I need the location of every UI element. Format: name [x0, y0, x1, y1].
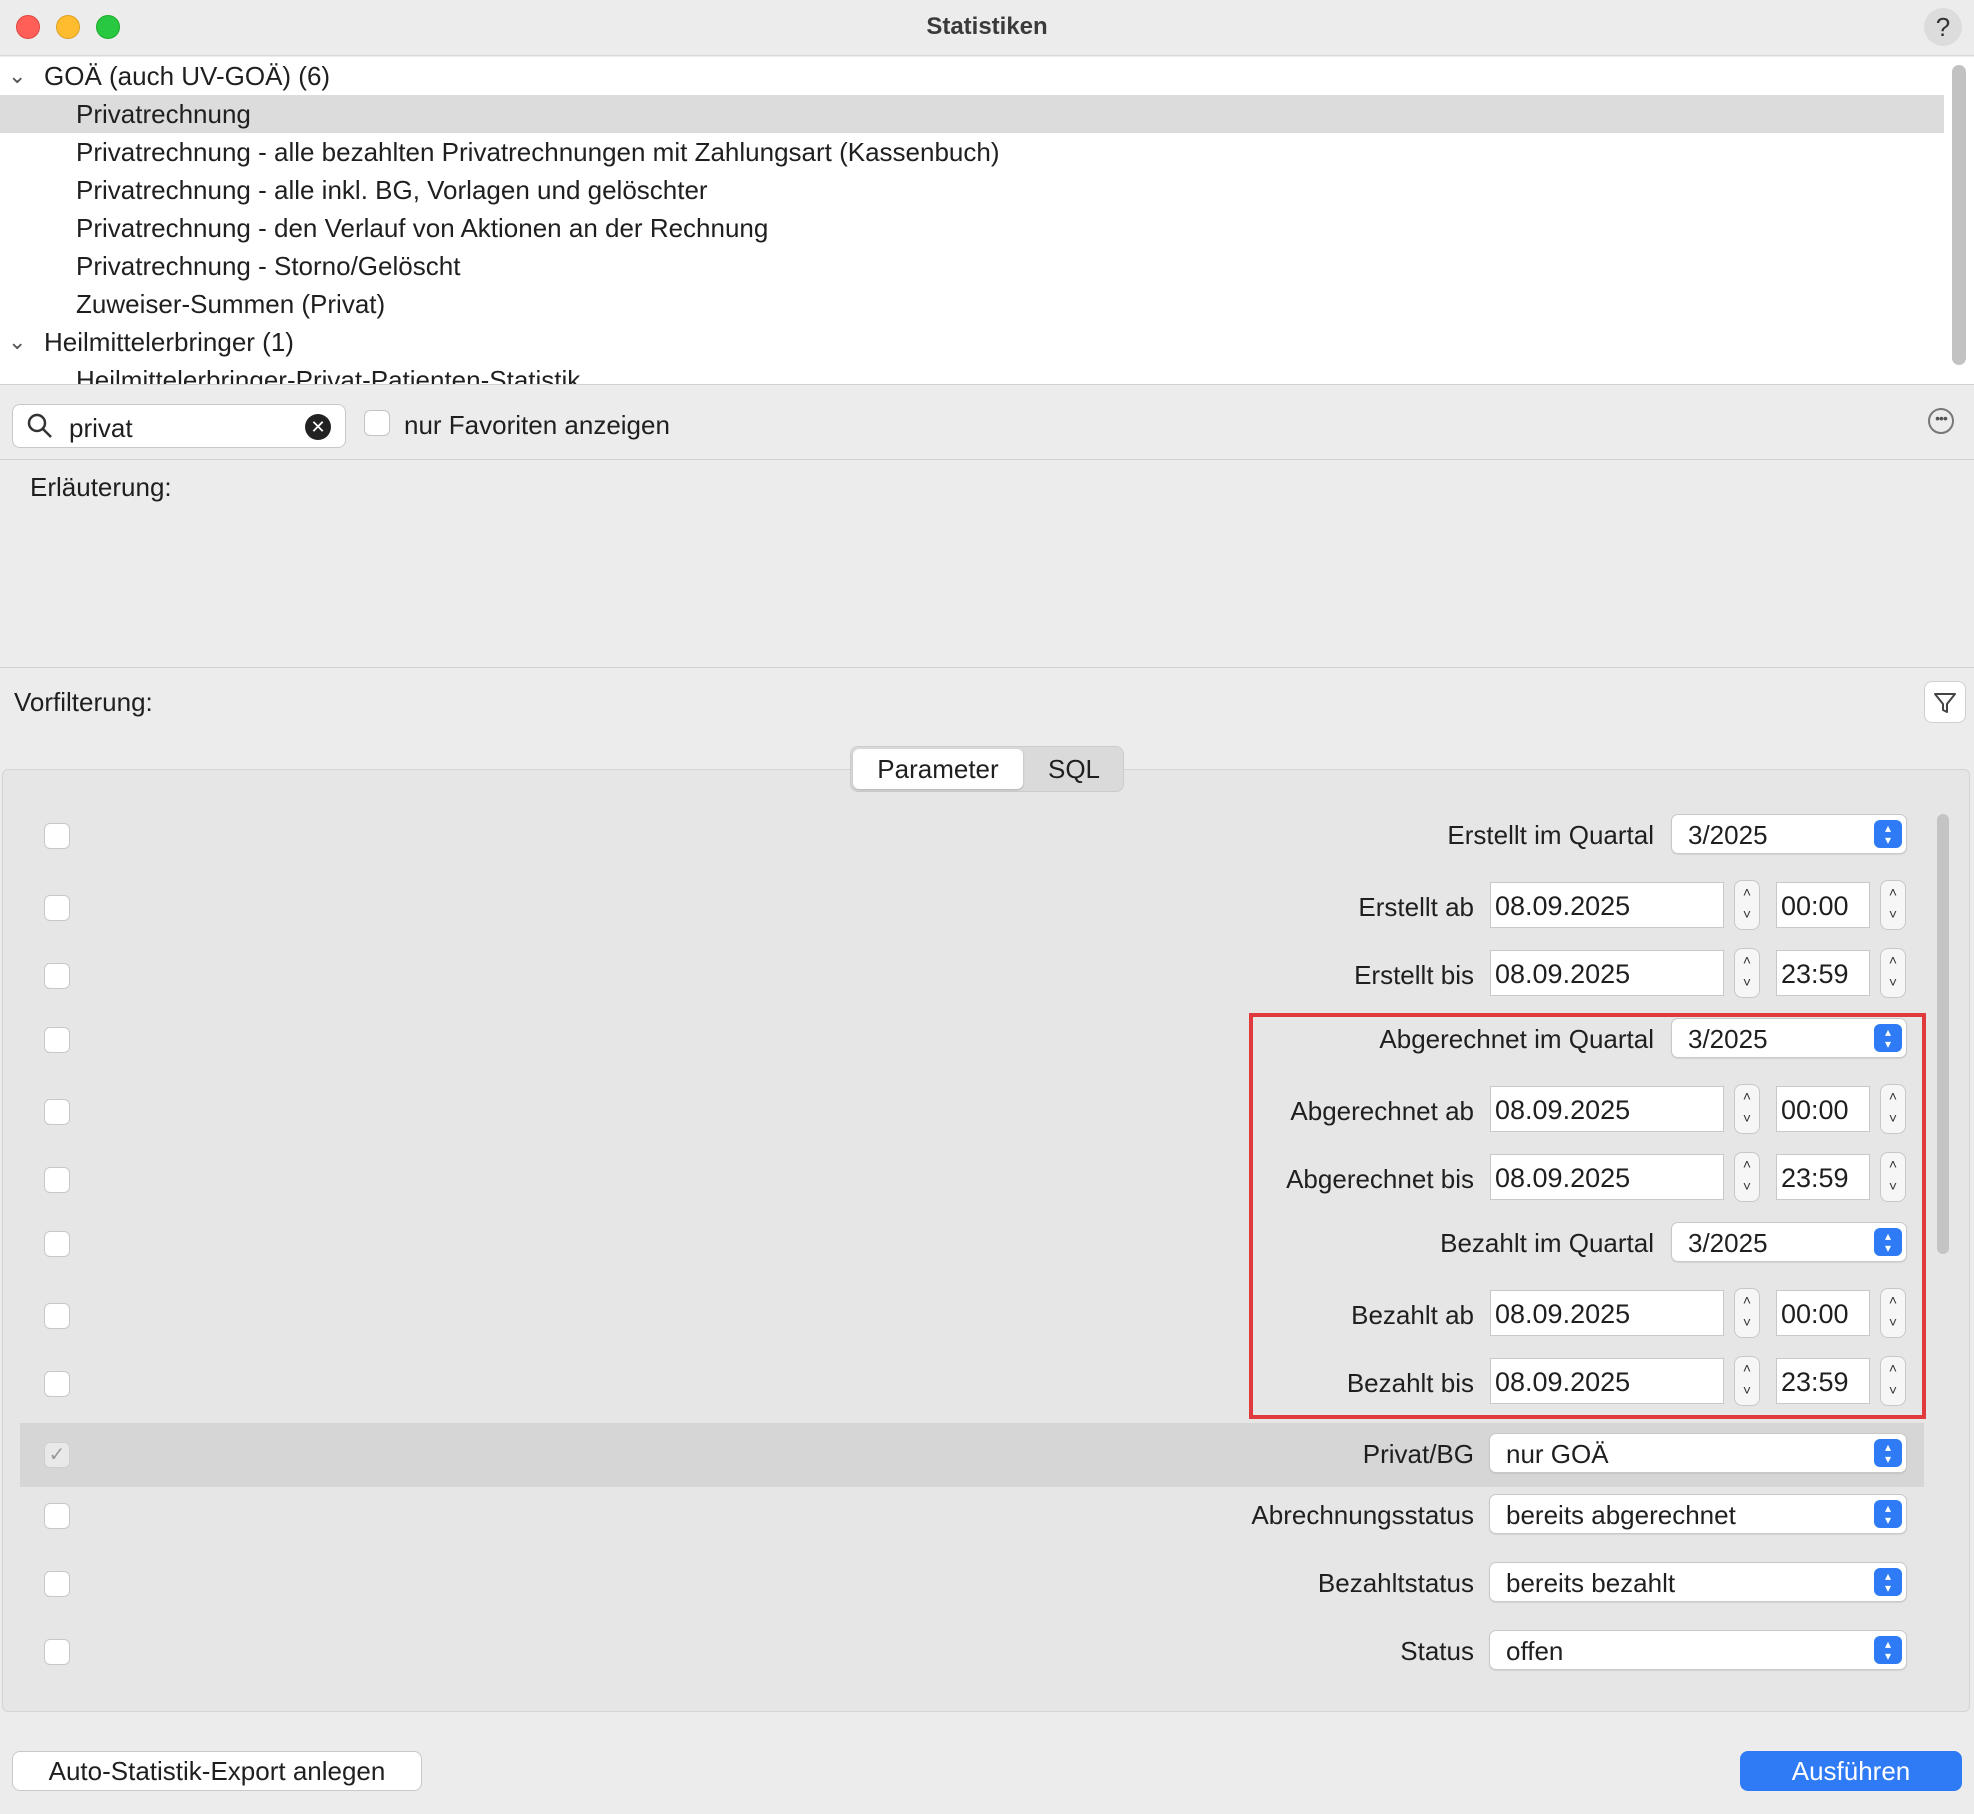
tree-item-label: Zuweiser-Summen (Privat): [76, 289, 386, 319]
chevron-up-down-icon: ▴ ▾: [1874, 820, 1902, 848]
tab-switcher: Parameter SQL: [850, 746, 1124, 792]
tree-item-label: Privatrechnung - alle inkl. BG, Vorlagen…: [76, 175, 708, 205]
explanation-label: Erläuterung:: [30, 472, 172, 502]
quarter-select[interactable]: 3/2025 ▴ ▾: [1671, 814, 1907, 854]
chevron-up-down-icon: ▴ ▾: [1874, 1568, 1902, 1596]
param-row-erstellt-bis: Erstellt bis 08.09.2025 ˄ ˅ 23:59 ˄ ˅: [20, 944, 1924, 1008]
param-label: Abrechnungsstatus: [1251, 1500, 1474, 1530]
filter-button[interactable]: [1924, 681, 1966, 723]
param-checkbox[interactable]: [44, 1027, 70, 1053]
tree-scrollbar[interactable]: [1952, 65, 1966, 365]
date-stepper[interactable]: ˄ ˅: [1734, 948, 1760, 998]
clear-search-icon[interactable]: ✕: [305, 414, 331, 440]
tree-group-label: GOÄ (auch UV-GOÄ) (6): [44, 61, 331, 91]
window-title: Statistiken: [926, 13, 1048, 40]
tree-item[interactable]: Heilmittelerbringer-Privat-Patienten-Sta…: [0, 361, 1944, 385]
param-checkbox[interactable]: [44, 1167, 70, 1193]
param-checkbox[interactable]: [44, 1571, 70, 1597]
tree-item-privatrechnung[interactable]: Privatrechnung: [0, 95, 1944, 133]
select-value: bereits bezahlt: [1506, 1568, 1676, 1598]
param-label: Bezahltstatus: [1317, 1568, 1474, 1598]
chevron-up-down-icon: ▴ ▾: [1874, 1439, 1902, 1467]
param-label: Erstellt bis: [1354, 960, 1474, 990]
param-checkbox[interactable]: [44, 1231, 70, 1257]
date-stepper[interactable]: ˄ ˅: [1734, 880, 1760, 930]
favorites-checkbox[interactable]: [364, 410, 390, 436]
date-field[interactable]: 08.09.2025: [1490, 950, 1724, 996]
divider: [0, 667, 1974, 668]
tree-item-label: Privatrechnung - alle bezahlten Privatre…: [76, 137, 1000, 167]
search-bar: privat ✕ nur Favoriten anzeigen •••: [0, 386, 1974, 460]
search-icon: [27, 413, 53, 444]
tree-item[interactable]: Privatrechnung - Storno/Gelöscht: [0, 247, 1944, 285]
tab-sql[interactable]: SQL: [1027, 749, 1121, 789]
param-checkbox[interactable]: [44, 1099, 70, 1125]
auto-export-button[interactable]: Auto-Statistik-Export anlegen: [12, 1751, 422, 1791]
time-stepper[interactable]: ˄ ˅: [1880, 880, 1906, 930]
billing-status-select[interactable]: bereits abgerechnet ▴ ▾: [1489, 1494, 1907, 1534]
tree-group-label: Heilmittelerbringer (1): [44, 327, 294, 357]
tree-item-label: Privatrechnung: [76, 99, 251, 129]
param-label: Erstellt im Quartal: [1447, 820, 1654, 850]
date-value: 08.09.2025: [1495, 891, 1631, 921]
help-button[interactable]: ?: [1924, 8, 1962, 46]
search-value[interactable]: privat: [69, 413, 133, 444]
param-label: Erstellt ab: [1358, 892, 1474, 922]
prefilter-label: Vorfilterung:: [14, 687, 153, 717]
param-checkbox[interactable]: [44, 963, 70, 989]
favorites-label: nur Favoriten anzeigen: [404, 410, 670, 440]
param-row-bezahltstatus: Bezahltstatus bereits bezahlt ▴ ▾: [20, 1552, 1924, 1616]
run-button[interactable]: Ausführen: [1740, 1751, 1962, 1791]
privat-bg-select[interactable]: nur GOÄ ▴ ▾: [1489, 1433, 1907, 1473]
param-checkbox[interactable]: [44, 823, 70, 849]
date-field[interactable]: 08.09.2025: [1490, 882, 1724, 928]
time-stepper[interactable]: ˄ ˅: [1880, 948, 1906, 998]
filter-icon: [1934, 693, 1956, 713]
payment-status-select[interactable]: bereits bezahlt ▴ ▾: [1489, 1562, 1907, 1602]
tab-parameter[interactable]: Parameter: [853, 749, 1023, 789]
search-input[interactable]: privat ✕: [12, 404, 346, 448]
param-row-privat-bg: ✓ Privat/BG nur GOÄ ▴ ▾: [20, 1423, 1924, 1487]
time-value: 23:59: [1781, 959, 1849, 989]
select-value: offen: [1506, 1636, 1564, 1666]
param-checkbox-checked[interactable]: ✓: [44, 1442, 70, 1468]
param-row-status: Status offen ▴ ▾: [20, 1620, 1924, 1684]
param-label: Privat/BG: [1362, 1439, 1474, 1469]
tree-item-label: Privatrechnung - Storno/Gelöscht: [76, 251, 461, 281]
param-checkbox[interactable]: [44, 1303, 70, 1329]
status-select[interactable]: offen ▴ ▾: [1489, 1630, 1907, 1670]
tree-group-goae[interactable]: ⌄ GOÄ (auch UV-GOÄ) (6): [0, 57, 1944, 95]
param-checkbox[interactable]: [44, 895, 70, 921]
highlight-annotation-box: [1249, 1013, 1926, 1419]
chevron-down-icon[interactable]: ⌄: [8, 57, 32, 95]
param-label: Status: [1400, 1636, 1474, 1666]
more-options-icon[interactable]: •••: [1928, 408, 1954, 434]
time-value: 00:00: [1781, 891, 1849, 921]
select-value: 3/2025: [1688, 820, 1768, 850]
param-row-erstellt-ab: Erstellt ab 08.09.2025 ˄ ˅ 00:00 ˄ ˅: [20, 876, 1924, 940]
select-value: nur GOÄ: [1506, 1439, 1609, 1469]
tree-group-heilmittelerbringer[interactable]: ⌄ Heilmittelerbringer (1): [0, 323, 1944, 361]
time-field[interactable]: 23:59: [1776, 950, 1870, 996]
tree-item[interactable]: Privatrechnung - alle bezahlten Privatre…: [0, 133, 1944, 171]
param-checkbox[interactable]: [44, 1639, 70, 1665]
param-checkbox[interactable]: [44, 1503, 70, 1529]
parameter-scrollbar[interactable]: [1937, 814, 1949, 1254]
select-value: bereits abgerechnet: [1506, 1500, 1736, 1530]
tree-item[interactable]: Privatrechnung - den Verlauf von Aktione…: [0, 209, 1944, 247]
chevron-up-down-icon: ▴ ▾: [1874, 1500, 1902, 1528]
chevron-down-icon[interactable]: ⌄: [8, 323, 32, 361]
title-bar: Statistiken ?: [0, 0, 1974, 56]
param-checkbox[interactable]: [44, 1371, 70, 1397]
tree-item-label: Privatrechnung - den Verlauf von Aktione…: [76, 213, 769, 243]
param-row-abrechnungsstatus: Abrechnungsstatus bereits abgerechnet ▴ ▾: [20, 1484, 1924, 1548]
statistics-tree[interactable]: ⌄ GOÄ (auch UV-GOÄ) (6) Privatrechnung P…: [0, 57, 1974, 385]
date-value: 08.09.2025: [1495, 959, 1631, 989]
tree-item[interactable]: Zuweiser-Summen (Privat): [0, 285, 1944, 323]
tree-item[interactable]: Privatrechnung - alle inkl. BG, Vorlagen…: [0, 171, 1944, 209]
chevron-up-down-icon: ▴ ▾: [1874, 1636, 1902, 1664]
tree-item-label: Heilmittelerbringer-Privat-Patienten-Sta…: [76, 365, 581, 385]
param-row-erstellt-quartal: Erstellt im Quartal 3/2025 ▴ ▾: [20, 804, 1924, 868]
time-field[interactable]: 00:00: [1776, 882, 1870, 928]
